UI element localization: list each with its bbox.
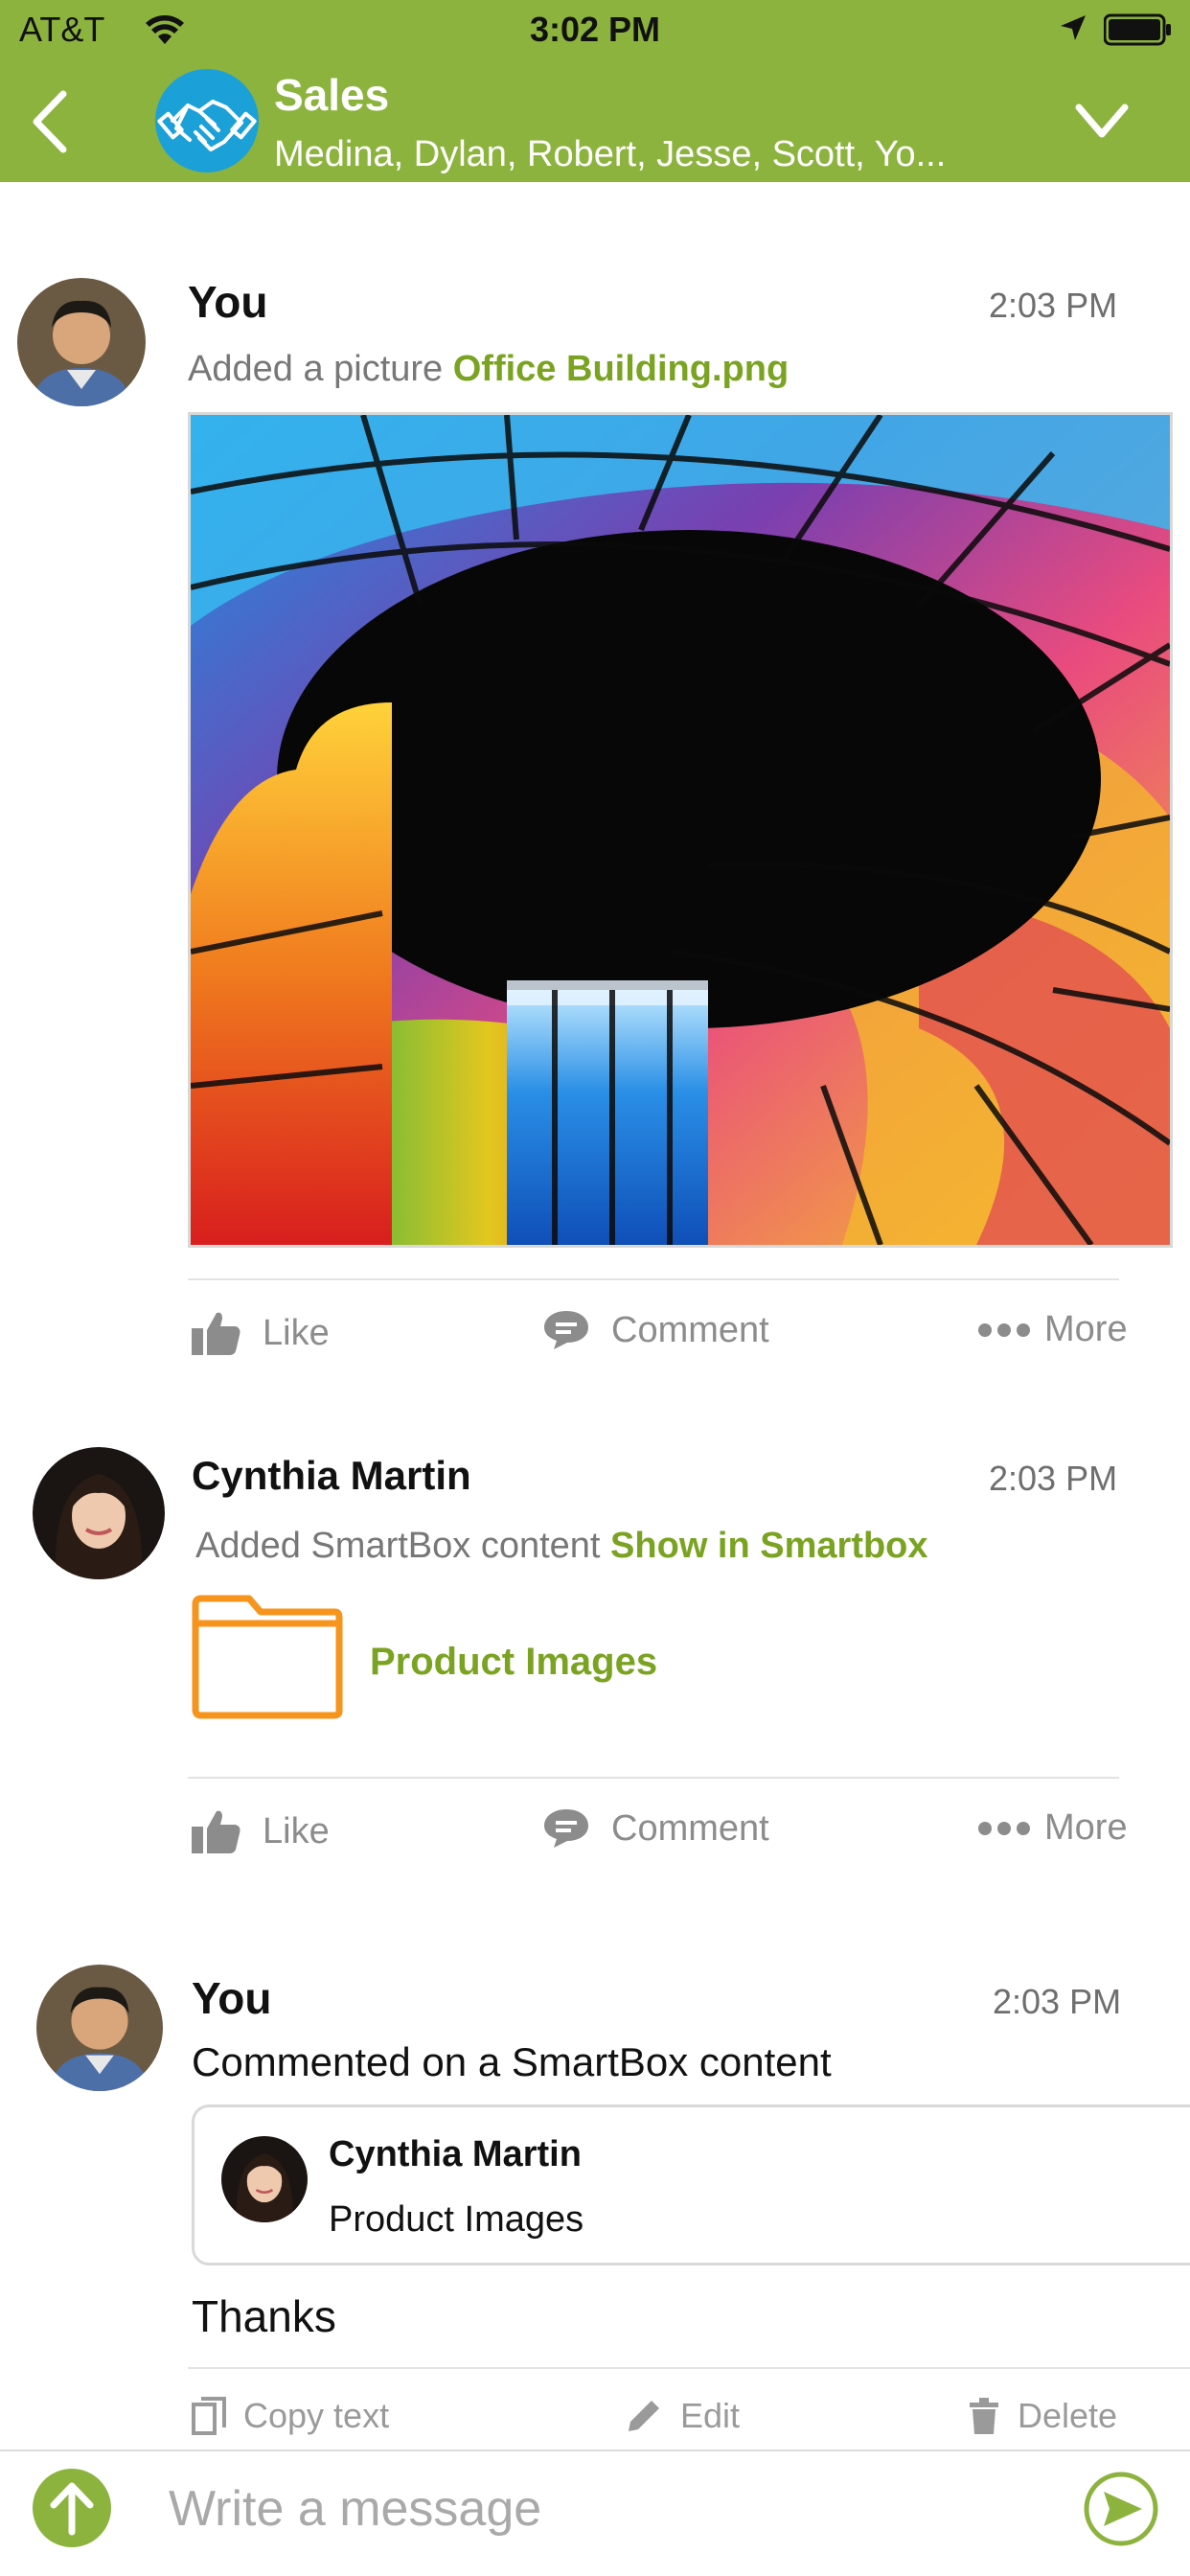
arrow-up-icon (50, 2482, 94, 2536)
copy-text-button[interactable]: Copy text (192, 2396, 389, 2436)
comment-body: Thanks (192, 2291, 336, 2341)
like-button[interactable]: Like (190, 1807, 330, 1855)
pencil-icon (629, 2401, 659, 2431)
office-building-image (191, 415, 1170, 1245)
post-action-text: Added a picture (188, 349, 444, 389)
copy-icon (192, 2397, 226, 2435)
more-button[interactable]: More (977, 1309, 1128, 1350)
group-avatar[interactable] (155, 69, 259, 172)
quoted-content-card[interactable]: Cynthia Martin Product Images (192, 2104, 1190, 2266)
thumbs-up-icon (192, 1312, 240, 1355)
user-photo (36, 1965, 163, 2091)
post-action-text: Added SmartBox content (195, 1526, 601, 1566)
post-author[interactable]: You (188, 276, 267, 328)
folder-label[interactable]: Product Images (370, 1641, 657, 1684)
avatar[interactable] (33, 1447, 165, 1579)
group-title[interactable]: Sales (274, 69, 389, 121)
post-timestamp: 2:03 PM (989, 1459, 1118, 1498)
handshake-icon (157, 100, 257, 151)
delete-label: Delete (1018, 2396, 1118, 2435)
comment-icon (544, 1311, 588, 1349)
quote-author: Cynthia Martin (329, 2134, 582, 2174)
divider (188, 1278, 1119, 1280)
comment-label: Comment (611, 1309, 769, 1350)
attachment-link[interactable]: Office Building.png (453, 349, 789, 389)
attached-picture[interactable] (188, 412, 1173, 1248)
like-button[interactable]: Like (190, 1309, 330, 1357)
app-header: AT&T 3:02 PM Sales Medina, Dylan, Robert… (0, 0, 1190, 182)
copy-label: Copy text (243, 2396, 390, 2435)
avatar[interactable] (17, 278, 146, 406)
user-photo (33, 1447, 165, 1579)
delete-button[interactable]: Delete (968, 2396, 1117, 2436)
post-summary: Commented on a SmartBox content (192, 2039, 832, 2084)
post-timestamp: 2:03 PM (993, 1982, 1122, 2021)
comment-label: Comment (611, 1807, 769, 1849)
group-members[interactable]: Medina, Dylan, Robert, Jesse, Scott, Yo.… (274, 134, 1002, 175)
trash-icon (970, 2398, 998, 2434)
upload-button[interactable] (33, 2469, 111, 2547)
location-arrow-icon (1061, 15, 1086, 40)
send-icon[interactable] (1083, 2471, 1159, 2547)
show-in-smartbox-link[interactable]: Show in Smartbox (610, 1526, 927, 1566)
divider (188, 2367, 1190, 2369)
post-author[interactable]: You (192, 1972, 271, 2024)
like-label: Like (263, 1312, 330, 1353)
more-label: More (1044, 1309, 1128, 1349)
more-label: More (1044, 1807, 1128, 1848)
divider (188, 1777, 1119, 1779)
comment-icon (544, 1809, 588, 1848)
status-bar: AT&T 3:02 PM (0, 0, 1190, 59)
message-composer (0, 2450, 1190, 2576)
user-photo (221, 2136, 308, 2222)
back-button[interactable] (23, 84, 80, 159)
edit-button[interactable]: Edit (625, 2396, 740, 2436)
more-button[interactable]: More (977, 1807, 1128, 1849)
post-action-line: Added a picture Office Building.png (188, 349, 789, 390)
post-timestamp: 2:03 PM (989, 286, 1118, 325)
battery-icon (1104, 13, 1171, 46)
chevron-down-icon[interactable] (1073, 92, 1131, 150)
edit-label: Edit (680, 2396, 741, 2435)
more-dots-icon (978, 1821, 1030, 1835)
post-action-line: Added SmartBox content Show in Smartbox (195, 1526, 928, 1567)
user-photo (17, 278, 146, 406)
post-author[interactable]: Cynthia Martin (192, 1453, 471, 1499)
like-label: Like (263, 1810, 330, 1852)
avatar (221, 2136, 308, 2222)
folder-icon[interactable] (192, 1595, 343, 1719)
clock: 3:02 PM (529, 10, 661, 49)
thumbs-up-icon (192, 1810, 240, 1853)
comment-button[interactable]: Comment (542, 1309, 769, 1351)
message-input[interactable] (169, 2469, 1050, 2549)
quote-item: Product Images (329, 2199, 584, 2240)
avatar[interactable] (36, 1965, 163, 2091)
more-dots-icon (978, 1322, 1030, 1337)
comment-button[interactable]: Comment (542, 1807, 769, 1850)
